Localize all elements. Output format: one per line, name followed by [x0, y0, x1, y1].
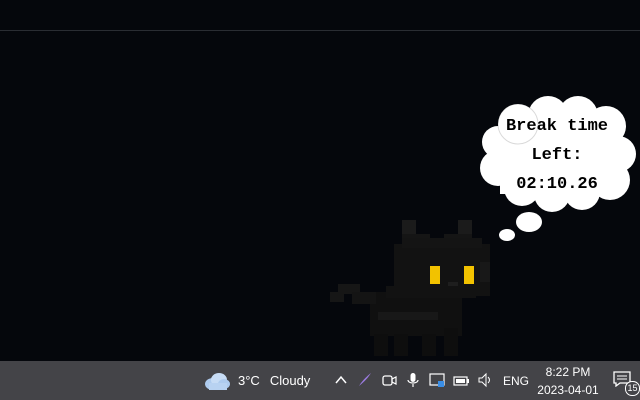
notification-center-button[interactable]: 15: [613, 371, 640, 396]
weather-condition: Cloudy: [269, 373, 311, 388]
clock[interactable]: 8:22 PM 2023-04-01: [533, 363, 603, 399]
chevron-up-icon[interactable]: [332, 371, 350, 389]
camera-icon[interactable]: [380, 371, 398, 389]
thought-bubble-dot-large: [516, 212, 542, 232]
break-timer-countdown: 02:10.26: [516, 175, 598, 194]
microphone-icon[interactable]: [404, 371, 422, 389]
break-timer-text: Break time Left: 02:10.26: [482, 112, 632, 199]
break-timer-line-2: Left:: [531, 146, 583, 165]
display-icon[interactable]: [428, 371, 446, 389]
thought-bubble-dot-small: [499, 229, 515, 241]
break-timer-line-1: Break time: [505, 117, 609, 136]
cloud-icon: [205, 372, 230, 390]
battery-icon[interactable]: [452, 371, 470, 389]
notification-count-badge: 15: [625, 381, 640, 396]
desktop: Break time Left: 02:10.26: [0, 0, 640, 361]
language-indicator[interactable]: ENG: [503, 361, 529, 400]
clock-date: 2023-04-01: [537, 383, 599, 397]
pen-icon[interactable]: [356, 371, 374, 389]
clock-time: 8:22 PM: [545, 365, 591, 379]
taskbar: 3°C Cloudy ENG 8:22 PM 2023-04-01 15: [0, 361, 640, 400]
pixel-cat[interactable]: [330, 216, 492, 360]
weather-widget[interactable]: 3°C Cloudy: [203, 361, 310, 400]
divider: [0, 30, 640, 31]
speaker-icon[interactable]: [476, 371, 494, 389]
weather-temperature: 3°C: [238, 373, 260, 388]
